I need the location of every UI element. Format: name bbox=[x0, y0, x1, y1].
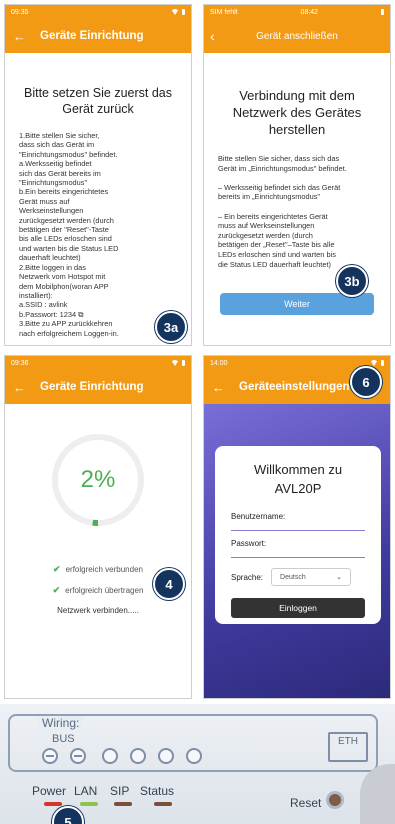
login-card: Willkommen zu AVL20P Benutzername: Passw… bbox=[215, 446, 381, 624]
terminal-hole bbox=[102, 748, 118, 764]
page-title: Geräte Einrichtung bbox=[40, 381, 144, 393]
back-arrow-icon[interactable]: ← bbox=[212, 380, 225, 395]
status-led bbox=[154, 802, 172, 806]
terminal-hole bbox=[130, 748, 146, 764]
panel-connect-device: SIM fehlt 08:42 ‹ Gerät anschließen Verb… bbox=[203, 4, 391, 346]
terminal-hole bbox=[70, 748, 86, 764]
progress-percent: 2% bbox=[80, 466, 116, 493]
check-icon: ✔ bbox=[52, 585, 61, 595]
terminal-hole bbox=[42, 748, 58, 764]
lan-led bbox=[80, 802, 98, 806]
instructions-text: Bitte stellen Sie sicher, dass sich das … bbox=[218, 154, 347, 269]
username-label: Benutzername: bbox=[231, 512, 286, 521]
led-label-sip: SIP bbox=[110, 784, 130, 798]
device-front-panel-photo: Wiring: BUS ETH Power LAN SIP Status Res… bbox=[0, 704, 395, 824]
status-time: 09:35 bbox=[11, 8, 29, 16]
app-bar: SIM fehlt 08:42 ‹ Gerät anschließen bbox=[204, 5, 390, 53]
heading: Bitte setzen Sie zuerst das Gerät zurück bbox=[24, 86, 172, 116]
password-field[interactable] bbox=[231, 548, 365, 558]
instructions-text: 1.Bitte stellen Sie sicher, dass sich da… bbox=[19, 131, 119, 338]
status-bar: SIM fehlt 08:42 bbox=[204, 5, 390, 19]
page-title: Geräteeinstellungen bbox=[239, 381, 350, 393]
wifi-icon bbox=[171, 9, 179, 15]
device-edge bbox=[360, 764, 395, 824]
panel-setup-progress: 09:36 ← Geräte Einrichtung 2% ✔ erfolgre… bbox=[4, 355, 192, 699]
status-bar: 09:35 bbox=[5, 5, 191, 19]
heading: Verbindung mit dem Netzwerk des Gerätes … bbox=[232, 88, 362, 137]
welcome-text: Willkommen zu AVL20P bbox=[253, 462, 343, 496]
power-led bbox=[44, 802, 62, 806]
wifi-icon bbox=[171, 360, 179, 366]
step-badge: 6 bbox=[350, 366, 382, 398]
step-badge: 4 bbox=[153, 568, 185, 600]
battery-icon bbox=[182, 9, 185, 15]
step-badge: 3a bbox=[155, 311, 187, 343]
page-title: Geräte Einrichtung bbox=[40, 30, 144, 42]
status-time: 08:42 bbox=[300, 8, 319, 16]
battery-icon bbox=[381, 9, 384, 15]
username-field[interactable] bbox=[231, 521, 365, 531]
setup-guide-collage: 09:35 ← Geräte Einrichtung Bitte setzen … bbox=[0, 0, 395, 824]
sip-led bbox=[114, 802, 132, 806]
battery-icon bbox=[381, 360, 384, 366]
step-badge: 5 bbox=[52, 806, 84, 824]
terminal-hole bbox=[186, 748, 202, 764]
reset-label: Reset bbox=[290, 796, 322, 810]
chevron-down-icon: ⌄ bbox=[336, 574, 343, 581]
terminal-hole bbox=[158, 748, 174, 764]
app-bar: 09:35 ← Geräte Einrichtung bbox=[5, 5, 191, 53]
battery-icon bbox=[182, 360, 185, 366]
wiring-label: Wiring: bbox=[38, 716, 84, 730]
progress-ring: 2% bbox=[48, 430, 148, 530]
status-bar: 09:36 bbox=[5, 356, 191, 370]
back-chevron-icon[interactable]: ‹ bbox=[210, 28, 215, 44]
check-icon: ✔ bbox=[53, 564, 61, 574]
step-badge: 3b bbox=[336, 265, 368, 297]
status-carrier: SIM fehlt bbox=[210, 8, 238, 16]
password-label: Passwort: bbox=[231, 539, 267, 548]
language-label: Sprache: bbox=[231, 572, 264, 582]
led-label-lan: LAN bbox=[74, 784, 98, 798]
reset-button[interactable] bbox=[326, 791, 344, 809]
bus-label: BUS bbox=[52, 733, 75, 745]
language-select[interactable]: Deutsch ⌄ bbox=[271, 568, 352, 586]
status-time: 14:00 bbox=[210, 359, 228, 367]
wiring-outline: Wiring: BUS ETH bbox=[8, 714, 378, 772]
app-bar: 09:36 ← Geräte Einrichtung bbox=[5, 356, 191, 404]
page-title: Gerät anschließen bbox=[256, 30, 338, 42]
back-arrow-icon[interactable]: ← bbox=[13, 29, 26, 44]
eth-port: ETH bbox=[328, 732, 368, 762]
status-time: 09:36 bbox=[11, 359, 29, 367]
led-label-status: Status bbox=[140, 784, 175, 798]
led-label-power: Power bbox=[32, 784, 67, 798]
panel-reset-device: 09:35 ← Geräte Einrichtung Bitte setzen … bbox=[4, 4, 192, 346]
back-arrow-icon[interactable]: ← bbox=[13, 380, 26, 395]
status-connecting: Netzwerk verbinden..... bbox=[57, 606, 139, 615]
wifi-icon bbox=[370, 360, 378, 366]
login-button[interactable]: Einloggen bbox=[231, 598, 365, 618]
panel-device-settings-login: 14:00 ← Geräteeinstellungen Willkommen z… bbox=[203, 355, 391, 699]
